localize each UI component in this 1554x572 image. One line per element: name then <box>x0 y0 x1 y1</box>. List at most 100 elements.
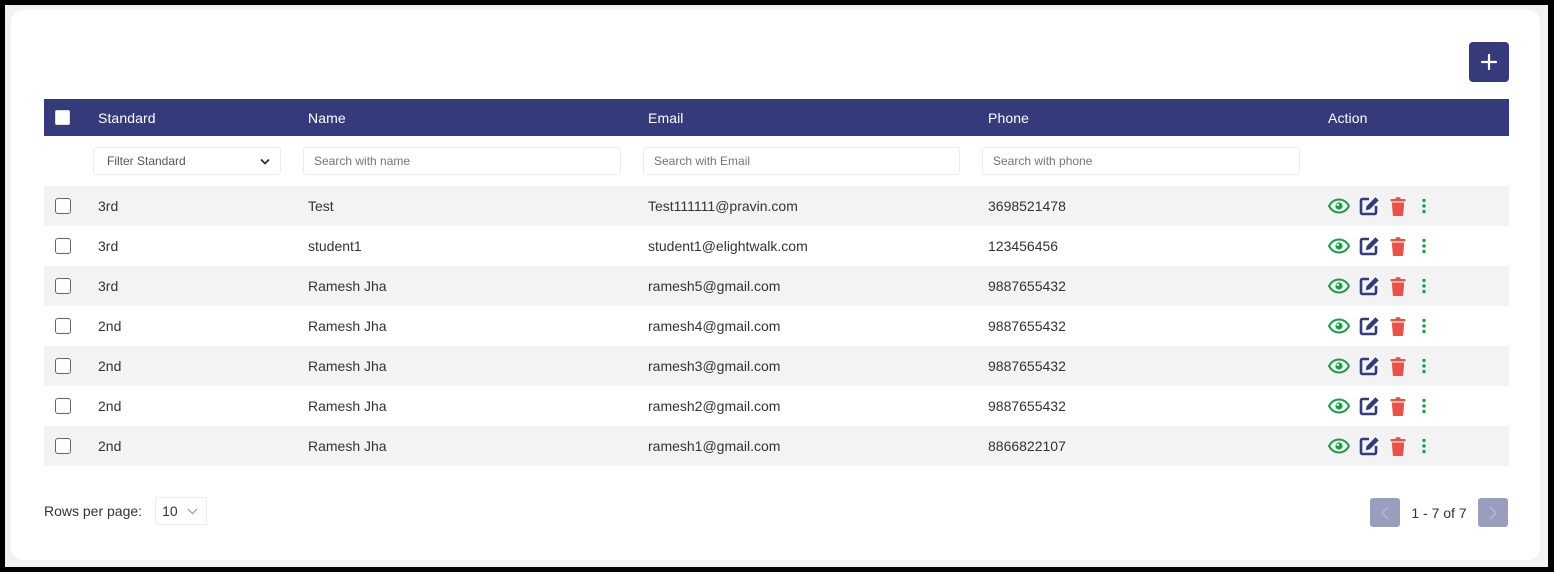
view-button[interactable] <box>1328 314 1359 338</box>
cell-name: Ramesh Jha <box>308 278 387 294</box>
row-checkbox[interactable] <box>55 278 71 294</box>
edit-button[interactable] <box>1359 314 1390 338</box>
cell-email: ramesh1@gmail.com <box>648 438 781 454</box>
cell-standard: 3rd <box>98 198 119 214</box>
view-button[interactable] <box>1328 434 1359 458</box>
cell-name: Ramesh Jha <box>308 398 387 414</box>
rows-per-page-select[interactable]: 10 <box>155 497 208 525</box>
next-page-button[interactable] <box>1478 498 1508 527</box>
table-row: 2nd Ramesh Jha ramesh1@gmail.com 8866822… <box>44 426 1509 466</box>
cell-phone: 9887655432 <box>988 358 1066 374</box>
row-actions <box>1328 314 1509 338</box>
edit-icon <box>1359 237 1379 256</box>
previous-page-button[interactable] <box>1370 498 1400 527</box>
phone-search-input[interactable] <box>982 147 1300 175</box>
eye-icon <box>1328 318 1350 334</box>
edit-button[interactable] <box>1359 194 1390 218</box>
row-checkbox[interactable] <box>55 358 71 374</box>
row-actions <box>1328 234 1509 258</box>
cell-phone: 3698521478 <box>988 198 1066 214</box>
edit-button[interactable] <box>1359 394 1390 418</box>
edit-icon <box>1359 437 1379 456</box>
table-row: 2nd Ramesh Jha ramesh4@gmail.com 9887655… <box>44 306 1509 346</box>
edit-button[interactable] <box>1359 234 1390 258</box>
edit-button[interactable] <box>1359 434 1390 458</box>
column-header-phone[interactable]: Phone <box>988 110 1328 126</box>
eye-icon <box>1328 198 1350 214</box>
cell-email: ramesh4@gmail.com <box>648 318 781 334</box>
students-table: Standard Name Email Phone Action Filter … <box>44 99 1509 466</box>
cell-phone: 8866822107 <box>988 438 1066 454</box>
edit-icon <box>1359 357 1379 376</box>
trash-icon <box>1390 396 1406 416</box>
table-row: 3rd Ramesh Jha ramesh5@gmail.com 9887655… <box>44 266 1509 306</box>
view-button[interactable] <box>1328 354 1359 378</box>
cell-name: Ramesh Jha <box>308 438 387 454</box>
cell-email: ramesh2@gmail.com <box>648 398 781 414</box>
more-options-button[interactable] <box>1421 234 1452 258</box>
view-button[interactable] <box>1328 274 1359 298</box>
edit-button[interactable] <box>1359 274 1390 298</box>
cell-name: Ramesh Jha <box>308 318 387 334</box>
row-checkbox[interactable] <box>55 198 71 214</box>
add-button[interactable] <box>1469 42 1509 82</box>
delete-button[interactable] <box>1390 354 1421 378</box>
cell-name: student1 <box>308 238 362 254</box>
edit-icon <box>1359 317 1379 336</box>
more-options-button[interactable] <box>1421 434 1452 458</box>
cell-standard: 2nd <box>98 398 122 414</box>
edit-button[interactable] <box>1359 354 1390 378</box>
pagination: 1 - 7 of 7 <box>1370 498 1508 527</box>
rows-per-page-value: 10 <box>162 503 178 519</box>
view-button[interactable] <box>1328 394 1359 418</box>
column-header-action: Action <box>1328 109 1368 126</box>
more-options-button[interactable] <box>1421 314 1452 338</box>
delete-button[interactable] <box>1390 194 1421 218</box>
more-vertical-icon <box>1422 278 1426 294</box>
email-search-input[interactable] <box>643 147 960 175</box>
cell-standard: 2nd <box>98 318 122 334</box>
delete-button[interactable] <box>1390 274 1421 298</box>
cell-email: student1@elightwalk.com <box>648 238 808 254</box>
column-header-name[interactable]: Name <box>308 110 648 126</box>
column-header-standard[interactable]: Standard <box>98 110 308 126</box>
table-body: 3rd Test Test111111@pravin.com 369852147… <box>44 186 1509 466</box>
cell-standard: 3rd <box>98 238 119 254</box>
trash-icon <box>1390 236 1406 256</box>
cell-email: Test111111@pravin.com <box>648 198 798 214</box>
more-options-button[interactable] <box>1421 274 1452 298</box>
view-button[interactable] <box>1328 234 1359 258</box>
standard-filter-select[interactable]: Filter Standard <box>93 147 281 175</box>
edit-icon <box>1359 397 1379 416</box>
eye-icon <box>1328 398 1350 414</box>
row-checkbox[interactable] <box>55 398 71 414</box>
more-options-button[interactable] <box>1421 354 1452 378</box>
name-search-input[interactable] <box>303 147 621 175</box>
filter-row: Filter Standard <box>44 136 1509 186</box>
column-header-email[interactable]: Email <box>648 110 988 126</box>
row-actions <box>1328 354 1509 378</box>
delete-button[interactable] <box>1390 434 1421 458</box>
table-row: 3rd Test Test111111@pravin.com 369852147… <box>44 186 1509 226</box>
cell-name: Test <box>308 198 334 214</box>
delete-button[interactable] <box>1390 394 1421 418</box>
delete-button[interactable] <box>1390 234 1421 258</box>
view-button[interactable] <box>1328 194 1359 218</box>
delete-button[interactable] <box>1390 314 1421 338</box>
table-row: 2nd Ramesh Jha ramesh3@gmail.com 9887655… <box>44 346 1509 386</box>
eye-icon <box>1328 358 1350 374</box>
eye-icon <box>1328 238 1350 254</box>
row-checkbox[interactable] <box>55 318 71 334</box>
row-checkbox[interactable] <box>55 438 71 454</box>
trash-icon <box>1390 436 1406 456</box>
more-options-button[interactable] <box>1421 394 1452 418</box>
select-all-checkbox[interactable] <box>55 110 70 125</box>
edit-icon <box>1359 197 1379 216</box>
row-actions <box>1328 394 1509 418</box>
cell-name: Ramesh Jha <box>308 358 387 374</box>
more-options-button[interactable] <box>1421 194 1452 218</box>
row-actions <box>1328 274 1509 298</box>
plus-icon <box>1480 53 1498 71</box>
row-checkbox[interactable] <box>55 238 71 254</box>
cell-standard: 2nd <box>98 438 122 454</box>
